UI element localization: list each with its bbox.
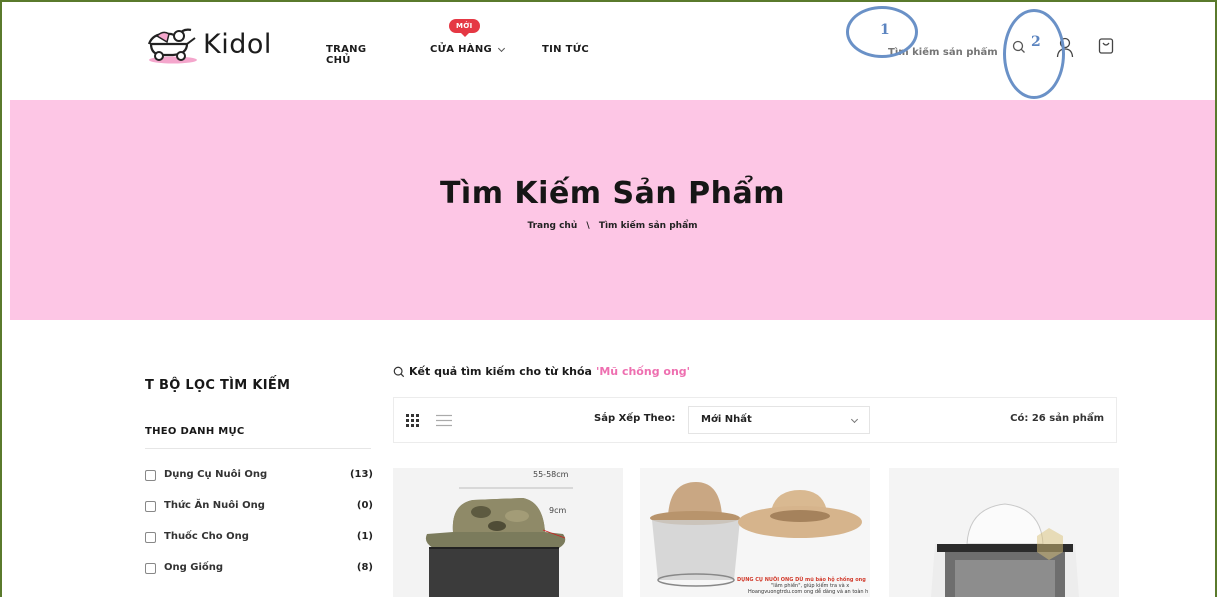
sort-label: Sắp Xếp Theo: <box>594 413 676 424</box>
breadcrumb: Trang chủ \ Tìm kiếm sản phẩm <box>10 221 1215 231</box>
filter-title: T BỘ LỌC TÌM KIẾM <box>145 378 291 393</box>
nav-shop[interactable]: MỚI CỬA HÀNG <box>430 19 520 55</box>
stroller-logo-icon <box>147 28 197 64</box>
annotation-marker-1: 1 <box>846 6 918 58</box>
breadcrumb-current: Tìm kiếm sản phẩm <box>598 221 698 231</box>
category-checkbox[interactable] <box>145 470 156 481</box>
dimension-label: 55-58cm <box>533 470 569 479</box>
category-list: Dụng Cụ Nuôi Ong (13) Thức Ăn Nuôi Ong (… <box>145 469 373 593</box>
product-caption: Hoangvuongtrdu.com ong dễ dàng và an toà… <box>748 589 869 595</box>
category-divider <box>145 448 371 449</box>
chevron-down-icon <box>850 415 859 424</box>
page-banner: Tìm Kiếm Sản Phẩm Trang chủ \ Tìm kiếm s… <box>10 100 1215 320</box>
result-keyword: 'Mũ chống ong' <box>595 365 691 378</box>
category-count: (0) <box>356 500 373 511</box>
category-item[interactable]: Thuốc Cho Ong (1) <box>145 531 373 562</box>
category-label: Dụng Cụ Nuôi Ong <box>164 469 268 480</box>
annotation-marker-2: 2 <box>1003 9 1065 99</box>
category-title: THEO DANH MỤC <box>145 426 245 437</box>
product-card[interactable] <box>889 468 1119 597</box>
logo-text: Kidol <box>203 28 272 60</box>
marker-2-label: 2 <box>1031 34 1041 50</box>
page-title: Tìm Kiếm Sản Phẩm <box>439 176 786 211</box>
category-label: Thuốc Cho Ong <box>164 531 249 542</box>
category-label: Ong Giống <box>164 562 224 573</box>
nav-home[interactable]: TRANG CHỦ <box>326 44 366 66</box>
breadcrumb-home[interactable]: Trang chủ <box>527 221 577 231</box>
chevron-down-icon <box>497 44 506 52</box>
sort-value: Mới Nhất <box>701 414 752 425</box>
category-checkbox[interactable] <box>145 501 156 512</box>
product-card[interactable]: 55-58cm 9cm <box>393 468 623 597</box>
search-icon <box>393 366 405 377</box>
product-count: Có: 26 sản phẩm <box>1010 413 1104 424</box>
breadcrumb-separator: \ <box>586 221 590 231</box>
nav-shop-label: CỬA HÀNG <box>430 44 492 55</box>
list-view-icon[interactable] <box>436 414 452 427</box>
dimension-label: 9cm <box>549 506 567 515</box>
product-image <box>889 468 1119 597</box>
results-toolbar: Sắp Xếp Theo: Mới Nhất Có: 26 sản phẩm <box>393 397 1117 443</box>
shopping-bag-icon[interactable] <box>1098 37 1114 55</box>
category-count: (13) <box>349 469 373 480</box>
site-header: Kidol TRANG CHỦ MỚI CỬA HÀNG TIN TỨC 1 2 <box>0 0 1217 100</box>
product-image <box>393 468 623 597</box>
category-checkbox[interactable] <box>145 563 156 574</box>
category-count: (1) <box>356 531 373 542</box>
product-card[interactable]: DỤNG CỤ NUÔI ONG DÙ mũ bảo hộ chống ong … <box>640 468 870 597</box>
site-logo[interactable]: Kidol <box>143 24 272 64</box>
category-item[interactable]: Dụng Cụ Nuôi Ong (13) <box>145 469 373 500</box>
category-item[interactable]: Thức Ăn Nuôi Ong (0) <box>145 500 373 531</box>
marker-1-label: 1 <box>880 22 890 38</box>
result-prefix: Kết quả tìm kiếm cho từ khóa <box>409 365 592 378</box>
nav-news-label: TIN TỨC <box>542 44 590 55</box>
new-badge: MỚI <box>449 19 480 37</box>
category-checkbox[interactable] <box>145 532 156 543</box>
category-label: Thức Ăn Nuôi Ong <box>164 500 265 511</box>
nav-news[interactable]: TIN TỨC <box>542 44 622 55</box>
search-result-heading: Kết quả tìm kiếm cho từ khóa 'Mũ chống o… <box>393 365 690 378</box>
category-count: (8) <box>356 562 373 573</box>
grid-view-icon[interactable] <box>406 414 419 427</box>
category-item[interactable]: Ong Giống (8) <box>145 562 373 593</box>
nav-home-label: TRANG CHỦ <box>326 44 367 66</box>
sort-select[interactable]: Mới Nhất <box>688 406 870 434</box>
